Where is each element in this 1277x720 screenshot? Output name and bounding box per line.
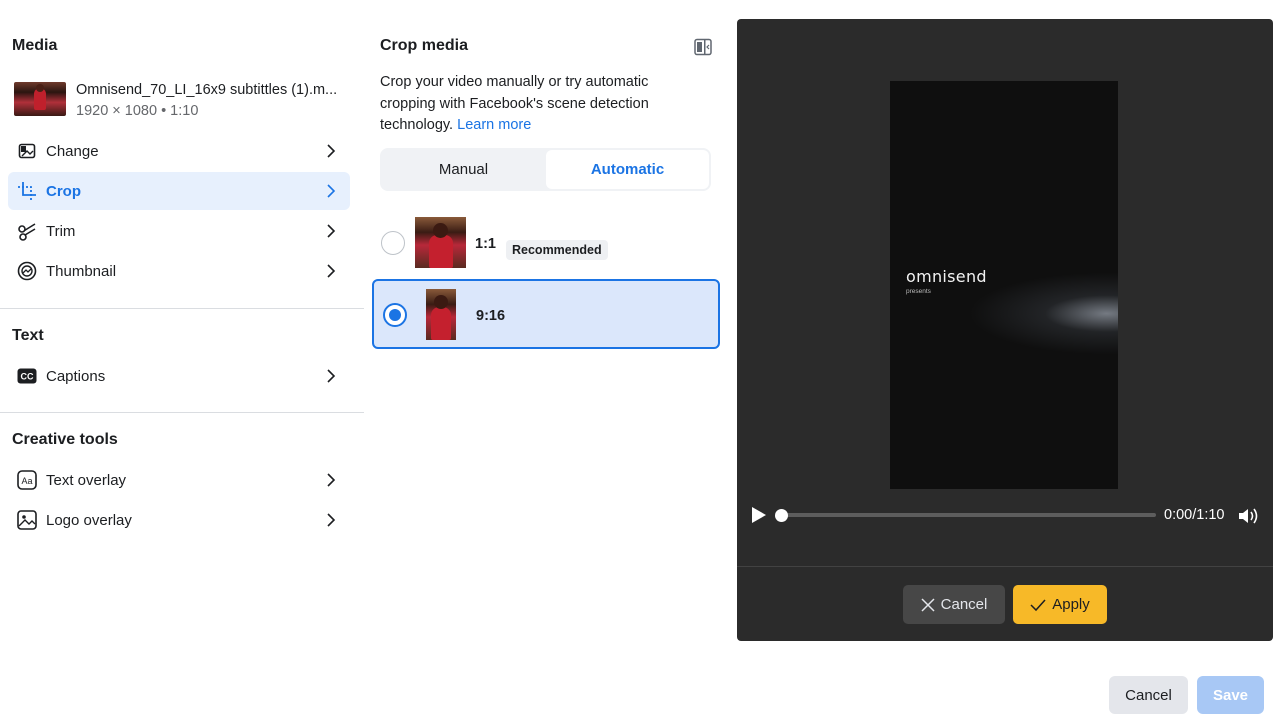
menu-item-text-overlay[interactable]: Aa Text overlay — [8, 461, 350, 499]
video-preview-panel: omnisend presents 0:00/1:10 Cancel Apply — [737, 19, 1273, 641]
close-icon — [921, 597, 935, 612]
collapse-panel-icon[interactable] — [694, 38, 712, 56]
chevron-right-icon — [327, 184, 336, 198]
media-file-name: Omnisend_70_LI_16x9 subtittles (1).m... — [76, 82, 338, 98]
image-icon — [16, 140, 38, 162]
play-icon[interactable] — [751, 506, 767, 524]
radio-button-selected[interactable] — [383, 303, 407, 327]
preview-divider — [737, 566, 1273, 567]
scissors-icon — [16, 220, 38, 242]
learn-more-link[interactable]: Learn more — [457, 117, 531, 133]
menu-item-label: Captions — [46, 367, 106, 385]
chevron-right-icon — [327, 224, 336, 238]
crop-panel-title: Crop media — [380, 37, 469, 54]
menu-item-thumbnail[interactable]: Thumbnail — [8, 252, 350, 290]
menu-item-crop[interactable]: Crop — [8, 172, 350, 210]
apply-button[interactable]: Apply — [1013, 585, 1107, 624]
logo-image-icon — [16, 509, 38, 531]
text-heading: Text — [12, 327, 44, 344]
recommended-badge: Recommended — [506, 240, 608, 260]
video-time: 0:00/1:10 — [1164, 507, 1225, 523]
crop-panel: Crop media Crop your video manually or t… — [372, 0, 722, 720]
preview-cancel-button[interactable]: Cancel — [903, 585, 1005, 624]
menu-item-change[interactable]: Change — [8, 132, 350, 170]
chevron-right-icon — [327, 369, 336, 383]
crop-option-9-16[interactable]: 9:16 — [372, 279, 720, 349]
menu-item-label: Logo overlay — [46, 511, 132, 529]
automatic-mode-button[interactable]: Automatic — [546, 150, 709, 189]
media-thumbnail — [14, 82, 66, 116]
thumbnail-icon — [16, 260, 38, 282]
volume-icon[interactable] — [1236, 506, 1260, 526]
media-heading: Media — [12, 37, 58, 54]
svg-text:CC: CC — [21, 372, 34, 382]
chevron-right-icon — [327, 144, 336, 158]
crop-description: Crop your video manually or try automati… — [380, 72, 680, 137]
menu-item-captions[interactable]: CC Captions — [8, 357, 350, 395]
section-divider — [0, 412, 364, 413]
chevron-right-icon — [327, 264, 336, 278]
menu-item-trim[interactable]: Trim — [8, 212, 350, 250]
svg-text:Aa: Aa — [21, 476, 32, 486]
radio-button[interactable] — [381, 231, 405, 255]
cancel-button[interactable]: Cancel — [1109, 676, 1188, 714]
menu-item-logo-overlay[interactable]: Logo overlay — [8, 501, 350, 539]
menu-item-label: Crop — [46, 182, 81, 200]
media-file-meta: 1920 × 1080 • 1:10 — [76, 103, 199, 119]
chevron-right-icon — [327, 473, 336, 487]
video-frame[interactable]: omnisend presents — [890, 81, 1118, 489]
menu-item-label: Change — [46, 142, 99, 160]
crop-option-1-1[interactable]: 1:1 Recommended — [372, 208, 720, 278]
manual-mode-button[interactable]: Manual — [382, 150, 545, 189]
brand-subtext: presents — [906, 288, 931, 295]
checkmark-icon — [1030, 598, 1046, 611]
video-progress-bar[interactable] — [781, 513, 1156, 517]
crop-icon — [16, 180, 38, 202]
creative-tools-heading: Creative tools — [12, 431, 118, 448]
preview-cancel-label: Cancel — [940, 596, 988, 613]
crop-ratio-label: 1:1 — [475, 236, 496, 252]
chevron-right-icon — [327, 513, 336, 527]
section-divider — [0, 308, 364, 309]
text-aa-icon: Aa — [16, 469, 38, 491]
menu-item-label: Trim — [46, 222, 76, 240]
media-file-info: Omnisend_70_LI_16x9 subtittles (1).m... … — [14, 74, 354, 124]
cc-icon: CC — [16, 365, 38, 387]
crop-preview-thumbnail — [426, 289, 456, 340]
brand-logo-text: omnisend — [906, 267, 987, 286]
edit-sidebar: Media Omnisend_70_LI_16x9 subtittles (1)… — [0, 0, 364, 720]
crop-mode-toggle: Manual Automatic — [380, 148, 711, 191]
crop-preview-thumbnail — [415, 217, 466, 268]
crop-ratio-label: 9:16 — [476, 308, 506, 324]
menu-item-label: Thumbnail — [46, 262, 117, 280]
progress-handle[interactable] — [775, 509, 788, 522]
menu-item-label: Text overlay — [46, 471, 127, 489]
apply-label: Apply — [1052, 596, 1090, 613]
save-button[interactable]: Save — [1197, 676, 1264, 714]
